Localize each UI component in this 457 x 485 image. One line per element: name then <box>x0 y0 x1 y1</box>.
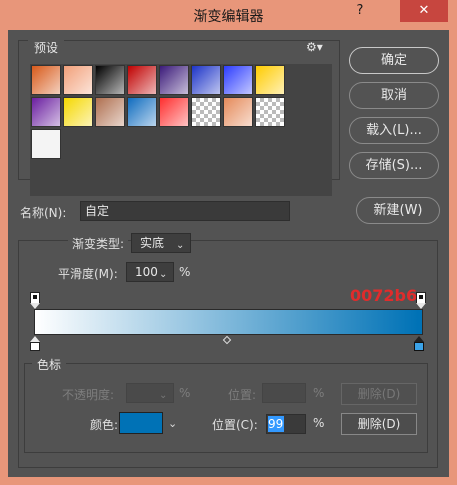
smoothness-unit: % <box>179 265 191 279</box>
title-bar: 渐变编辑器 ? ✕ <box>0 0 457 30</box>
smoothness-input[interactable]: 100 ⌄ <box>126 262 174 282</box>
chevron-down-icon[interactable]: ⌄ <box>168 417 177 430</box>
presets-label: 预设 <box>28 39 65 56</box>
opacity-position-input[interactable] <box>262 383 306 403</box>
preset-swatch[interactable] <box>127 65 157 95</box>
preset-swatch[interactable] <box>31 97 61 127</box>
opacity-unit: % <box>179 386 191 400</box>
preset-swatch[interactable] <box>127 97 157 127</box>
preset-swatch-grid <box>30 64 332 196</box>
opacity-position-unit: % <box>313 386 325 400</box>
gear-icon[interactable]: ⚙▾ <box>306 40 323 54</box>
chevron-down-icon: ⌄ <box>176 240 185 251</box>
color-position-label: 位置(C): <box>212 418 258 432</box>
opacity-input[interactable]: ⌄ <box>126 383 174 403</box>
preset-swatch[interactable] <box>63 65 93 95</box>
color-stops-panel <box>24 363 428 453</box>
chevron-down-icon: ⌄ <box>159 269 168 280</box>
help-button[interactable]: ? <box>347 0 373 22</box>
preset-swatch[interactable] <box>191 65 221 95</box>
name-field[interactable]: 自定 <box>80 201 290 221</box>
hex-annotation: 0072b6 <box>350 286 418 305</box>
preset-swatch[interactable] <box>31 65 61 95</box>
opacity-label: 不透明度: <box>62 388 115 402</box>
preset-swatch[interactable] <box>191 97 221 127</box>
gradient-type-label: 渐变类型: <box>68 235 129 252</box>
name-label: 名称(N): <box>20 206 67 220</box>
preset-swatch[interactable] <box>31 129 61 159</box>
color-position-value: 99 <box>268 416 284 432</box>
close-button[interactable]: ✕ <box>400 0 448 22</box>
opacity-delete-button[interactable]: 删除(D) <box>341 383 417 405</box>
color-delete-button[interactable]: 删除(D) <box>341 413 417 435</box>
smoothness-value: 100 <box>135 265 158 279</box>
preset-swatch[interactable] <box>159 65 189 95</box>
save-button[interactable]: 存储(S)... <box>349 152 439 179</box>
color-stop-left[interactable] <box>30 342 40 351</box>
smoothness-label: 平滑度(M): <box>58 267 118 281</box>
preset-swatch[interactable] <box>63 97 93 127</box>
color-position-unit: % <box>313 416 325 430</box>
preset-swatch[interactable] <box>255 97 285 127</box>
dialog-body: 预设 ⚙▾ 确定 取消 载入(L)... 存储(S)... 名称(N): 自定 … <box>8 30 449 477</box>
new-button[interactable]: 新建(W) <box>356 197 440 224</box>
gradient-preview-bar[interactable] <box>34 309 423 335</box>
load-button[interactable]: 载入(L)... <box>349 117 439 144</box>
chevron-down-icon: ⌄ <box>159 390 168 401</box>
color-swatch[interactable] <box>119 412 163 434</box>
color-position-input[interactable]: 99 <box>266 414 306 434</box>
cancel-button[interactable]: 取消 <box>349 82 439 109</box>
preset-swatch[interactable] <box>255 65 285 95</box>
preset-swatch[interactable] <box>223 65 253 95</box>
ok-button[interactable]: 确定 <box>349 47 439 74</box>
preset-swatch[interactable] <box>95 97 125 127</box>
color-stop-right[interactable] <box>414 342 424 351</box>
preset-swatch[interactable] <box>95 65 125 95</box>
gradient-editor-window: 渐变编辑器 ? ✕ 预设 ⚙▾ 确定 取消 载入(L)... 存储(S)... … <box>0 0 457 485</box>
window-title: 渐变编辑器 <box>193 9 264 25</box>
gradient-type-value: 实底 <box>140 236 165 250</box>
preset-swatch[interactable] <box>223 97 253 127</box>
preset-swatch[interactable] <box>159 97 189 127</box>
color-stops-label: 色标 <box>32 356 67 373</box>
color-label: 颜色: <box>90 418 119 432</box>
gradient-type-select[interactable]: 实底 ⌄ <box>131 233 191 253</box>
opacity-position-label: 位置: <box>228 388 257 402</box>
